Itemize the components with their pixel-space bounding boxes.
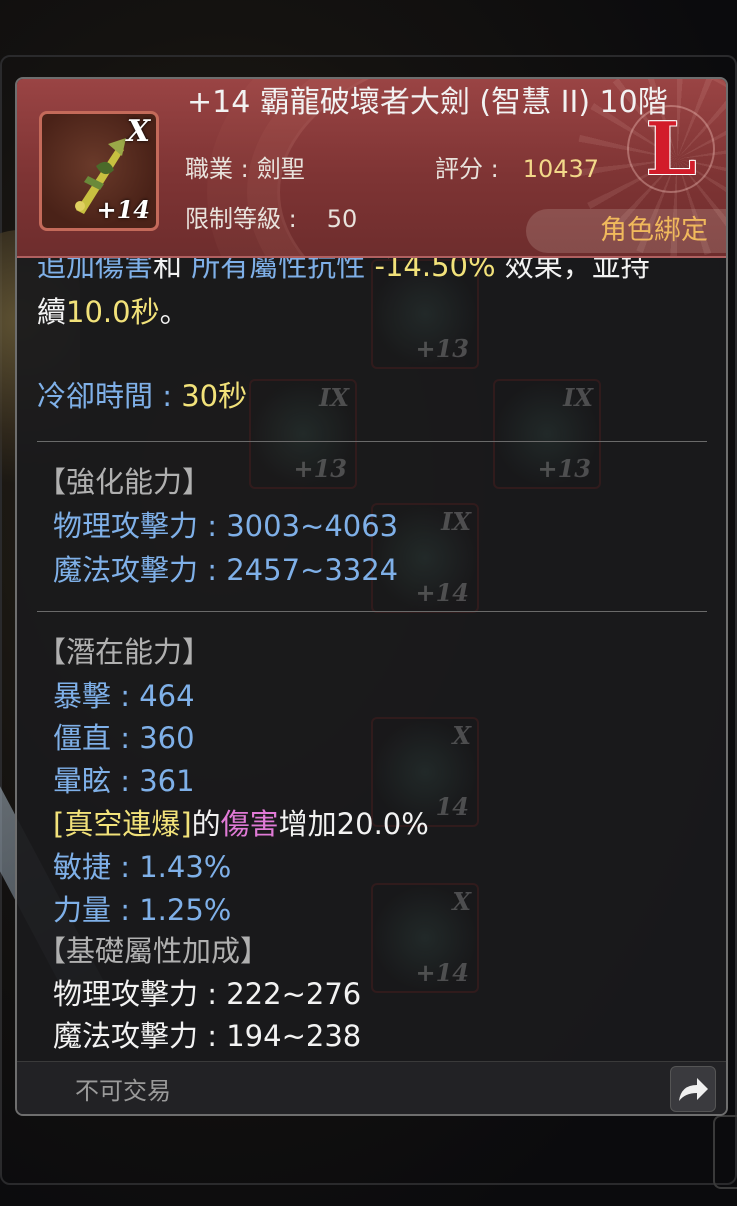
stat-label: 暴擊 : (53, 679, 130, 713)
cooldown-value: 30秒 (181, 379, 248, 413)
class-label: 職業 : (185, 155, 249, 183)
stat-value: 464 (139, 679, 195, 713)
stat-value: 360 (139, 721, 195, 755)
divider (37, 611, 707, 612)
stat-label: 暈眩 : (53, 764, 130, 798)
effect-value: -14.50% (374, 256, 496, 283)
base-section-title: 【基礎屬性加成】 (37, 934, 270, 968)
score-label: 評分 : (435, 155, 499, 183)
stat-label: 魔法攻擊力 : (53, 553, 217, 587)
stat-value: 3003~4063 (226, 509, 399, 543)
stat-label: 物理攻擊力 : (53, 509, 217, 543)
cooldown-label: 冷卻時間 : (37, 379, 172, 413)
stat-label: 力量 : (53, 893, 130, 927)
potential-stat-row: 暴擊 : 464 (53, 676, 195, 716)
bind-status-badge: 角色綁定 (526, 209, 726, 253)
grade-letter: L (645, 106, 697, 191)
effect-text: 和 (153, 256, 183, 283)
class-value: 劍聖 (256, 155, 305, 183)
trade-status: 不可交易 (75, 1077, 171, 1105)
share-arrow-icon (679, 1078, 708, 1101)
skill-bonus: 增加20.0% (278, 807, 429, 841)
level-info: 限制等級 : 50 (185, 199, 357, 234)
stat-label: 僵直 : (53, 721, 130, 755)
skill-damage-row: [真空連爆]的傷害增加20.0% (53, 804, 429, 844)
tooltip-body: 追加傷害和 所有屬性抗性 -14.50% 效果，並持 續10.0秒。 冷卻時間 … (17, 256, 726, 1062)
stat-label: 敏捷 : (53, 850, 130, 884)
potential-stat-row: 僵直 : 360 (53, 718, 195, 758)
potential-stat-row: 力量 : 1.25% (53, 890, 231, 930)
stat-label: 魔法攻擊力 : (53, 1019, 217, 1053)
effect-text: 續 (37, 295, 67, 329)
enhance-stat-row: 魔法攻擊力 : 2457~3324 (53, 550, 398, 590)
effect-line-partial: 追加傷害和 所有屬性抗性 -14.50% 效果，並持 (37, 256, 650, 286)
potential-stat-row: 暈眩 : 361 (53, 761, 195, 801)
item-enhance-level: +14 (96, 195, 150, 224)
item-tooltip: +13 IX +13 IX +13 IX +14 X 14 X +14 追加傷害… (15, 77, 728, 1116)
grade-emblem: L (625, 103, 717, 195)
item-header: X +14 +14 霸龍破壞者大劍 (智慧 II) 10階 職業 : 劍聖 評分 … (17, 79, 726, 258)
divider (37, 441, 707, 442)
share-button[interactable] (670, 1066, 716, 1112)
score-value: 10437 (522, 155, 600, 183)
base-stat-row: 魔法攻擊力 : 194~238 (53, 1016, 361, 1056)
effect-text: 追加傷害 (37, 256, 154, 283)
level-label: 限制等級 : (185, 205, 297, 233)
stat-value: 222~276 (226, 977, 362, 1011)
item-icon[interactable]: X +14 (39, 111, 159, 231)
base-stat-row: 物理攻擊力 : 222~276 (53, 974, 361, 1014)
effect-duration: 10.0秒 (66, 295, 160, 329)
cooldown-line: 冷卻時間 : 30秒 (37, 376, 247, 416)
level-value: 50 (326, 205, 358, 233)
stat-value: 194~238 (226, 1019, 362, 1053)
enhance-section-title: 【強化能力】 (37, 465, 212, 499)
item-rank: X (126, 114, 150, 149)
stat-value: 1.25% (139, 893, 232, 927)
effect-duration-line: 續10.0秒。 (37, 292, 189, 332)
skill-damage-word: 傷害 (220, 807, 279, 841)
tooltip-footer: 不可交易 (17, 1061, 726, 1114)
potential-stat-row: 敏捷 : 1.43% (53, 847, 231, 887)
stat-label: 物理攻擊力 : (53, 977, 217, 1011)
potential-section-title: 【潛在能力】 (37, 635, 212, 669)
effect-text: 效果，並持 (504, 256, 650, 283)
side-tab[interactable] (713, 1115, 737, 1189)
stat-value: 361 (139, 764, 195, 798)
enhance-stat-row: 物理攻擊力 : 3003~4063 (53, 506, 398, 546)
score-info: 評分 : 10437 (435, 149, 599, 184)
class-info: 職業 : 劍聖 (185, 149, 305, 184)
stat-value: 2457~3324 (226, 553, 399, 587)
effect-text: 所有屬性抗性 (191, 256, 366, 283)
skill-text: 的 (191, 807, 221, 841)
skill-name: [真空連爆] (53, 807, 192, 841)
stat-value: 1.43% (139, 850, 232, 884)
effect-text: 。 (159, 295, 189, 329)
item-name: +14 霸龍破壞者大劍 (智慧 II) 10階 (187, 85, 668, 120)
